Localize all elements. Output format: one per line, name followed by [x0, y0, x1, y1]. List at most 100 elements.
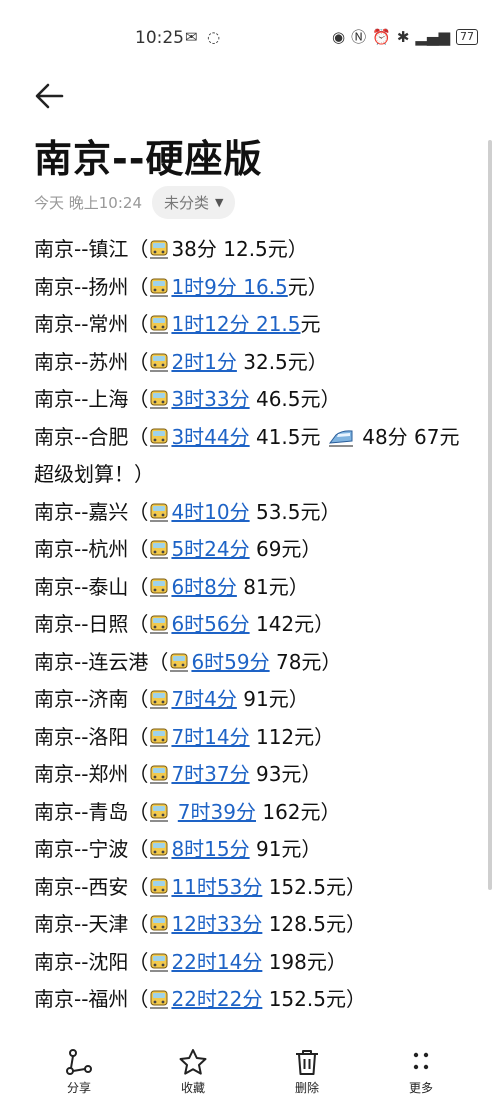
duration-link[interactable]: 6时56分 [171, 612, 249, 636]
train-icon [149, 834, 169, 859]
train-icon [149, 572, 169, 597]
route-text: 南京--嘉兴（ [34, 499, 149, 524]
train-icon [149, 759, 169, 784]
duration-link[interactable]: 1时12分 21.5 [171, 312, 300, 336]
status-time: 10:25 [135, 28, 184, 48]
route-text: 198元） [262, 949, 347, 974]
bottom-action-bar: 分享 收藏 删除 更多 [0, 1040, 500, 1100]
status-bar: 10:25 ✉ ◌ ◉ Ⓝ ⏰ ✱ ▂▄▆ 77 [0, 0, 500, 70]
category-label: 未分类 [164, 194, 210, 212]
route-text: 南京--杭州（ [34, 537, 149, 561]
wechat-icon: ✉ [185, 28, 198, 46]
sync-icon: ◌ [207, 28, 221, 46]
route-text: 南京--扬州（ [34, 274, 149, 299]
route-text: 152.5元） [262, 874, 366, 899]
route-text: 南京--天津（ [34, 912, 149, 936]
favorite-label: 收藏 [180, 1081, 205, 1095]
duration-link[interactable]: 7时4分 [171, 687, 236, 711]
duration-link[interactable]: 11时53分 [171, 875, 262, 899]
duration-link[interactable]: 12时33分 [171, 912, 262, 936]
train-icon [149, 422, 169, 447]
duration-link[interactable]: 3时44分 [171, 425, 249, 449]
bluetooth-icon: ✱ [396, 27, 410, 46]
route-line: 南京--福州（ 22时22分 152.5元） [34, 981, 474, 1019]
duration-link[interactable]: 7时14分 [171, 725, 249, 749]
share-button[interactable]: 分享 [39, 1048, 119, 1096]
note-body[interactable]: 南京--镇江（ 38分 12.5元） 南京--扬州（ 1时9分 16.5元） 南京--常… [34, 231, 474, 1019]
route-text: 128.5元） [262, 912, 366, 936]
route-text: 南京--青岛（ [34, 799, 149, 824]
duration-link[interactable]: 6时8分 [171, 575, 236, 599]
train-icon [149, 984, 169, 1009]
route-line: 南京--连云港（ 6时59分 78元） [34, 644, 474, 682]
route-text: 38分 12.5元） [171, 237, 308, 261]
route-text: 南京--常州（ [34, 312, 149, 336]
note-title[interactable]: 南京--硬座版 [34, 128, 263, 183]
train-icon [149, 722, 169, 747]
duration-link[interactable]: 2时1分 [171, 350, 236, 374]
route-text: 南京--泰山（ [34, 574, 149, 599]
route-line: 南京--合肥（ 3时44分 41.5元 48分 67元 超级划算！） [34, 419, 474, 494]
route-text: 南京--济南（ [34, 687, 149, 711]
train-icon [149, 384, 169, 409]
signal-icon: ▂▄▆ [415, 27, 450, 46]
route-line: 南京--天津（ 12时33分 128.5元） [34, 906, 474, 944]
route-text: 南京--宁波（ [34, 837, 149, 861]
route-text: 元） [287, 274, 328, 299]
duration-link[interactable]: 8时15分 [171, 837, 249, 861]
duration-link[interactable]: 1时9分 16.5 [171, 275, 287, 299]
route-text: 南京--苏州（ [34, 349, 149, 374]
more-label: 更多 [408, 1081, 433, 1095]
route-text: 南京--合肥（ [34, 424, 149, 449]
bullet-train-icon [328, 422, 354, 447]
train-icon [149, 309, 169, 334]
delete-button[interactable]: 删除 [267, 1048, 347, 1096]
route-line: 南京--上海（ 3时33分 46.5元） [34, 381, 474, 419]
duration-link[interactable]: 4时10分 [171, 500, 249, 524]
route-line: 南京--宁波（ 8时15分 91元） [34, 831, 474, 869]
duration-link[interactable]: 22时14分 [171, 950, 262, 974]
train-icon [149, 947, 169, 972]
route-line: 南京--青岛（ 7时39分 162元） [34, 794, 474, 832]
train-icon [149, 534, 169, 559]
route-text: 南京--洛阳（ [34, 724, 149, 749]
route-text: 46.5元） [249, 387, 341, 411]
eye-icon: ◉ [332, 27, 346, 46]
train-icon [149, 797, 169, 822]
route-text: 112元） [249, 724, 335, 749]
star-icon [179, 1049, 207, 1075]
route-line: 南京--郑州（ 7时37分 93元） [34, 756, 474, 794]
route-text: 162元） [255, 799, 341, 824]
duration-link[interactable]: 3时33分 [171, 387, 249, 411]
duration-link[interactable]: 22时22分 [171, 987, 262, 1011]
route-text: 南京--日照（ [34, 612, 149, 636]
duration-link[interactable]: 6时59分 [191, 650, 269, 674]
nfc-icon: Ⓝ [351, 28, 367, 46]
train-icon [149, 272, 169, 297]
back-button[interactable] [32, 78, 68, 114]
scrollbar[interactable] [488, 140, 492, 890]
train-icon [169, 647, 189, 672]
duration-link[interactable]: 7时37分 [171, 762, 249, 786]
duration-link[interactable]: 5时24分 [171, 537, 249, 561]
status-icons: ◉ Ⓝ ⏰ ✱ ▂▄▆ 77 [332, 26, 478, 47]
note-date: 今天 晚上10:24 [34, 194, 142, 212]
train-icon [149, 497, 169, 522]
route-text: 南京--上海（ [34, 387, 149, 411]
route-text: 南京--镇江（ [34, 237, 149, 261]
battery-icon: 77 [456, 28, 478, 45]
route-text: 78元） [269, 649, 342, 674]
train-icon [149, 909, 169, 934]
category-dropdown[interactable]: 未分类 ▼ [152, 186, 236, 219]
route-line: 南京--嘉兴（ 4时10分 53.5元） [34, 494, 474, 532]
more-button[interactable]: 更多 [381, 1048, 461, 1096]
route-line: 南京--泰山（ 6时8分 81元） [34, 569, 474, 607]
route-text: 南京--西安（ [34, 874, 149, 899]
route-text: 69元） [249, 537, 322, 561]
route-line: 南京--济南（ 7时4分 91元） [34, 681, 474, 719]
route-text: 142元） [249, 612, 335, 636]
favorite-button[interactable]: 收藏 [153, 1048, 233, 1096]
duration-link[interactable]: 7时39分 [178, 800, 256, 824]
back-arrow-icon [35, 83, 64, 109]
route-text: 南京--沈阳（ [34, 949, 149, 974]
